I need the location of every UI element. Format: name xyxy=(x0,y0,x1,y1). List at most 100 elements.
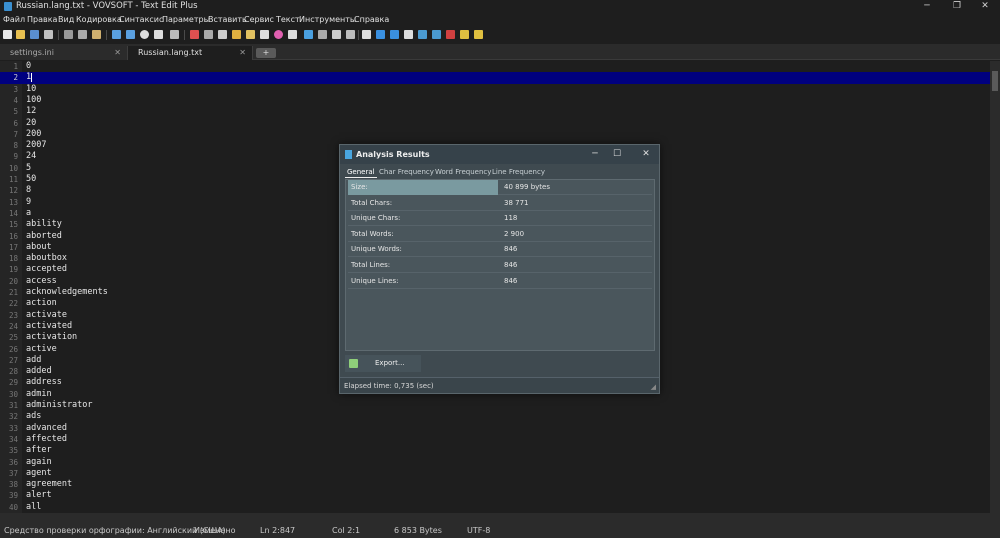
line-text[interactable]: 200 xyxy=(26,129,41,140)
table-row[interactable]: Unique Lines: 846 xyxy=(348,274,652,289)
list-icon[interactable] xyxy=(318,30,327,39)
line-text[interactable]: 2007 xyxy=(26,140,46,151)
editor-line[interactable]: 39 alert xyxy=(0,490,990,501)
line-text[interactable]: acknowledgements xyxy=(26,287,108,298)
editor-line[interactable]: 33 advanced xyxy=(0,423,990,434)
line-text[interactable]: administrator xyxy=(26,400,93,411)
line-text[interactable]: 50 xyxy=(26,174,36,185)
line-text[interactable]: ads xyxy=(26,411,41,422)
line-text[interactable]: 9 xyxy=(26,197,31,208)
line-text[interactable]: alert xyxy=(26,490,52,501)
line-text[interactable]: 24 xyxy=(26,151,36,162)
close-tab-icon[interactable]: ✕ xyxy=(239,46,246,60)
tab-line-frequency[interactable]: Line Frequency xyxy=(490,166,547,178)
lock-icon[interactable] xyxy=(232,30,241,39)
editor-line[interactable]: 37 agent xyxy=(0,468,990,479)
line-text[interactable]: ability xyxy=(26,219,62,230)
color-picker-icon[interactable] xyxy=(274,30,283,39)
menu-syntax[interactable]: Синтаксис xyxy=(119,15,163,24)
editor-line[interactable]: 6 20 xyxy=(0,118,990,129)
menu-tools[interactable]: Инструменты xyxy=(299,15,356,24)
scrollbar-thumb[interactable] xyxy=(992,71,998,91)
dialog-title-bar[interactable]: Analysis Results ─ ☐ ✕ xyxy=(340,145,659,164)
menu-file[interactable]: Файл xyxy=(3,15,25,24)
line-text[interactable]: 12 xyxy=(26,106,36,117)
add-tab-button[interactable]: + xyxy=(256,48,276,58)
tab-settings-ini[interactable]: settings.ini ✕ xyxy=(0,46,128,60)
close-window-button[interactable]: ✕ xyxy=(970,0,1000,13)
editor-line[interactable]: 10 xyxy=(0,61,990,72)
editor-line[interactable]: 38 agreement xyxy=(0,479,990,490)
replace-icon[interactable] xyxy=(170,30,179,39)
line-text[interactable]: activate xyxy=(26,310,67,321)
line-text[interactable]: 100 xyxy=(26,95,41,106)
editor-line[interactable]: 4 100 xyxy=(0,95,990,106)
line-text[interactable]: advanced xyxy=(26,423,67,434)
line-text[interactable]: admin xyxy=(26,389,52,400)
copy-icon[interactable] xyxy=(78,30,87,39)
editor-line[interactable]: 36 again xyxy=(0,457,990,468)
resize-grip-icon[interactable]: ◢ xyxy=(651,383,656,391)
save-icon[interactable] xyxy=(30,30,39,39)
tab-general[interactable]: General xyxy=(345,166,377,178)
close-tab-icon[interactable]: ✕ xyxy=(114,46,121,60)
line-text[interactable]: address xyxy=(26,377,62,388)
new-file-icon[interactable] xyxy=(3,30,12,39)
line-text[interactable]: all xyxy=(26,502,41,513)
line-text[interactable]: again xyxy=(26,457,52,468)
unlock-icon[interactable] xyxy=(246,30,255,39)
tab-word-frequency[interactable]: Word Frequency xyxy=(433,166,493,178)
sort-az-icon[interactable] xyxy=(418,30,427,39)
maximize-button[interactable]: ❐ xyxy=(942,0,972,13)
editor-line[interactable]: 32 ads xyxy=(0,411,990,422)
line-text[interactable]: activated xyxy=(26,321,72,332)
keyboard-icon[interactable] xyxy=(362,30,371,39)
dialog-maximize-button[interactable]: ☐ xyxy=(606,147,628,162)
tab-russian-lang[interactable]: Russian.lang.txt ✕ xyxy=(127,46,253,60)
open-folder-icon[interactable] xyxy=(16,30,25,39)
spellcheck-status[interactable]: Средство проверки орфографии: Английский… xyxy=(4,526,226,535)
bookmark-icon[interactable] xyxy=(190,30,199,39)
line-text[interactable]: activation xyxy=(26,332,77,343)
undo-icon[interactable] xyxy=(112,30,121,39)
export-button[interactable]: Export... xyxy=(345,355,421,372)
search-icon[interactable] xyxy=(140,30,149,39)
help-icon[interactable] xyxy=(474,30,483,39)
line-text[interactable]: active xyxy=(26,344,57,355)
table-row[interactable]: Unique Chars: 118 xyxy=(348,211,652,227)
menu-service[interactable]: Сервис xyxy=(244,15,274,24)
line-text[interactable]: agent xyxy=(26,468,52,479)
lines-icon[interactable] xyxy=(346,30,355,39)
editor-line[interactable]: 7 200 xyxy=(0,129,990,140)
table-row[interactable]: Unique Words: 846 xyxy=(348,242,652,258)
line-text[interactable]: add xyxy=(26,355,41,366)
editor-line[interactable]: 40 all xyxy=(0,502,990,513)
editor-line[interactable]: 35 after xyxy=(0,445,990,456)
warning-icon[interactable] xyxy=(460,30,469,39)
line-text[interactable]: access xyxy=(26,276,57,287)
redo-icon[interactable] xyxy=(126,30,135,39)
line-text[interactable]: after xyxy=(26,445,52,456)
line-text[interactable]: a xyxy=(26,208,31,219)
horizontal-scrollbar[interactable] xyxy=(0,513,1000,524)
line-text[interactable]: accepted xyxy=(26,264,67,275)
menu-options[interactable]: Параметры xyxy=(162,15,210,24)
table-row[interactable]: Size: 40 899 bytes xyxy=(348,180,652,195)
line-text[interactable]: 0 xyxy=(26,61,31,72)
editor-line[interactable]: 34 affected xyxy=(0,434,990,445)
menu-insert[interactable]: Вставить xyxy=(208,15,247,24)
line-text[interactable]: about xyxy=(26,242,52,253)
sort-icon[interactable] xyxy=(404,30,413,39)
line-text[interactable]: aborted xyxy=(26,231,62,242)
vertical-scrollbar[interactable] xyxy=(990,61,1000,513)
menu-text[interactable]: Текст xyxy=(276,15,300,24)
menu-view[interactable]: Вид xyxy=(58,15,74,24)
line-text[interactable]: added xyxy=(26,366,52,377)
document-icon[interactable] xyxy=(218,30,227,39)
find-next-icon[interactable] xyxy=(154,30,163,39)
menu-help[interactable]: Справка xyxy=(354,15,389,24)
cut-icon[interactable] xyxy=(64,30,73,39)
table-row[interactable]: Total Lines: 846 xyxy=(348,258,652,273)
monitor-icon[interactable] xyxy=(204,30,213,39)
mail-icon[interactable] xyxy=(332,30,341,39)
